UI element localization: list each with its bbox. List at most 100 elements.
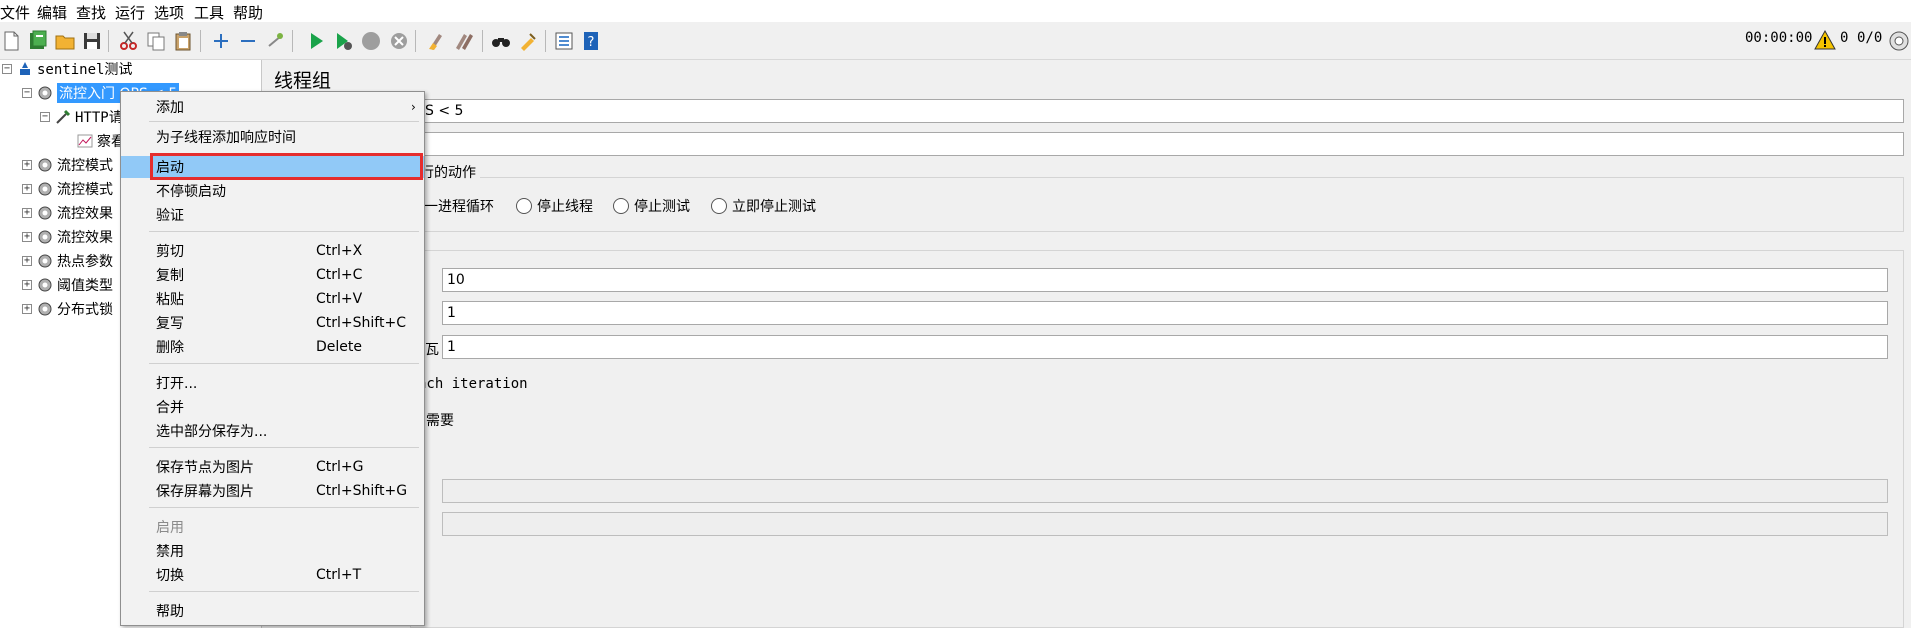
tree-node-thread-group[interactable]: + 阈值类型 — [22, 274, 113, 296]
cut-icon[interactable] — [118, 30, 140, 52]
toggle-icon[interactable] — [264, 30, 286, 52]
ramp-up-value: 1 — [447, 305, 456, 321]
radio-button[interactable] — [711, 198, 727, 214]
paste-icon[interactable] — [172, 30, 194, 52]
ramp-up-field[interactable]: 1 — [442, 301, 1888, 325]
menu-item-copy[interactable]: 复制 Ctrl+C — [121, 264, 424, 286]
warning-icon[interactable] — [1814, 29, 1836, 51]
startup-delay-field[interactable] — [442, 512, 1888, 536]
comments-field[interactable] — [420, 132, 1904, 156]
expand-toggle[interactable]: + — [22, 208, 32, 218]
menu-item-label: 启用 — [156, 520, 184, 536]
menu-run[interactable]: 运行 — [115, 2, 145, 23]
menu-item-duplicate[interactable]: 复写 Ctrl+Shift+C — [121, 312, 424, 334]
listener-icon — [76, 132, 94, 150]
menu-options[interactable]: 选项 — [154, 2, 184, 23]
menu-item-label: 不停顿启动 — [156, 184, 226, 200]
copy-icon[interactable] — [145, 30, 167, 52]
number-of-threads-value: 10 — [447, 272, 465, 288]
tree-node-thread-group[interactable]: + 热点参数 — [22, 250, 113, 272]
menu-help[interactable]: 帮助 — [233, 2, 263, 23]
tree-node-label: 流控模式 — [57, 182, 113, 198]
sampler-icon — [54, 108, 72, 126]
tree-node-thread-group[interactable]: + 分布式锁 — [22, 298, 113, 320]
menu-search[interactable]: 查找 — [76, 2, 106, 23]
templates-icon[interactable] — [27, 30, 49, 52]
gear-icon — [36, 156, 54, 174]
new-icon[interactable] — [0, 30, 22, 52]
menu-item-start-no-pause[interactable]: 不停顿启动 — [121, 180, 424, 202]
number-of-threads-field[interactable]: 10 — [442, 268, 1888, 292]
search-icon[interactable] — [490, 30, 512, 52]
test-plan-icon — [16, 60, 34, 78]
menu-item-enable: 启用 — [121, 516, 424, 538]
separator — [545, 30, 546, 52]
duration-field[interactable] — [442, 479, 1888, 503]
sampler-error-action-label: 行的动作 — [420, 162, 480, 182]
clear-all-icon[interactable] — [453, 30, 475, 52]
loop-count-field[interactable]: 1 — [442, 335, 1888, 359]
function-helper-icon[interactable] — [553, 30, 575, 52]
tree-node-thread-group[interactable]: + 流控模式 — [22, 178, 113, 200]
name-field[interactable]: S < 5 — [420, 99, 1904, 123]
radio-button[interactable] — [613, 198, 629, 214]
menu-item-label: 帮助 — [156, 604, 184, 620]
menu-item-paste[interactable]: 粘贴 Ctrl+V — [121, 288, 424, 310]
separator — [292, 30, 293, 52]
radio-stop-test-now[interactable]: 立即停止测试 — [711, 196, 816, 216]
menu-item-shortcut: Ctrl+G — [316, 459, 364, 475]
shutdown-icon[interactable] — [388, 30, 410, 52]
collapse-toggle[interactable]: − — [40, 112, 50, 122]
menu-item-save-node-image[interactable]: 保存节点为图片 Ctrl+G — [121, 456, 424, 478]
expand-toggle[interactable]: + — [22, 304, 32, 314]
menu-item-label: 保存节点为图片 — [156, 460, 254, 476]
menu-item-help[interactable]: 帮助 — [121, 600, 424, 622]
stop-icon[interactable] — [360, 30, 382, 52]
tree-node-http-request[interactable]: − HTTP请 — [40, 106, 123, 128]
menu-item-disable[interactable]: 禁用 — [121, 540, 424, 562]
tree-node-thread-group[interactable]: + 流控效果 — [22, 226, 113, 248]
expand-toggle[interactable]: + — [22, 232, 32, 242]
radio-button[interactable] — [516, 198, 532, 214]
menu-item-add-response-time[interactable]: 为子线程添加响应时间 — [121, 126, 424, 148]
menu-item-label: 添加 — [156, 100, 184, 116]
menu-edit[interactable]: 编辑 — [37, 2, 67, 23]
reset-search-icon[interactable] — [517, 30, 539, 52]
menu-item-save-screen-image[interactable]: 保存屏幕为图片 Ctrl+Shift+G — [121, 480, 424, 502]
expand-toggle[interactable]: + — [22, 256, 32, 266]
tree-node-thread-group[interactable]: + 流控模式 — [22, 154, 113, 176]
menu-item-merge[interactable]: 合并 — [121, 396, 424, 418]
menu-item-open[interactable]: 打开... — [121, 372, 424, 394]
start-icon[interactable] — [305, 30, 327, 52]
menu-item-save-selection[interactable]: 选中部分保存为... — [121, 420, 424, 442]
menu-item-cut[interactable]: 剪切 Ctrl+X — [121, 240, 424, 262]
menu-item-validate[interactable]: 验证 — [121, 204, 424, 226]
help-icon[interactable]: ? — [580, 30, 602, 52]
menu-item-delete[interactable]: 删除 Delete — [121, 336, 424, 358]
radio-stop-test[interactable]: 停止测试 — [613, 196, 690, 216]
tree-node-root[interactable]: − sentinel测试 — [2, 58, 132, 80]
clear-icon[interactable] — [425, 30, 447, 52]
menu-tools[interactable]: 工具 — [194, 2, 224, 23]
expand-toggle[interactable]: + — [22, 280, 32, 290]
menu-item-label: 复制 — [156, 268, 184, 284]
expand-toggle[interactable]: + — [22, 184, 32, 194]
collapse-icon[interactable] — [237, 30, 259, 52]
radio-stop-thread[interactable]: 停止线程 — [516, 196, 593, 216]
tree-node-thread-group[interactable]: + 流控效果 — [22, 202, 113, 224]
start-no-pause-icon[interactable] — [332, 30, 354, 52]
collapse-toggle[interactable]: − — [22, 88, 32, 98]
menu-item-label: 复写 — [156, 316, 184, 332]
tree-node-label: 阈值类型 — [57, 278, 113, 294]
menu-file[interactable]: 文件 — [0, 2, 30, 23]
menu-item-toggle[interactable]: 切换 Ctrl+T — [121, 564, 424, 586]
collapse-toggle[interactable]: − — [2, 64, 12, 74]
menu-item-label: 为子线程添加响应时间 — [156, 130, 296, 146]
expand-icon[interactable] — [210, 30, 232, 52]
expand-toggle[interactable]: + — [22, 160, 32, 170]
menu-item-add[interactable]: 添加 › — [121, 96, 424, 118]
open-icon[interactable] — [54, 30, 76, 52]
save-icon[interactable] — [81, 30, 103, 52]
tree-node-listener[interactable]: 察看 — [76, 130, 125, 152]
menu-item-label: 删除 — [156, 340, 184, 356]
